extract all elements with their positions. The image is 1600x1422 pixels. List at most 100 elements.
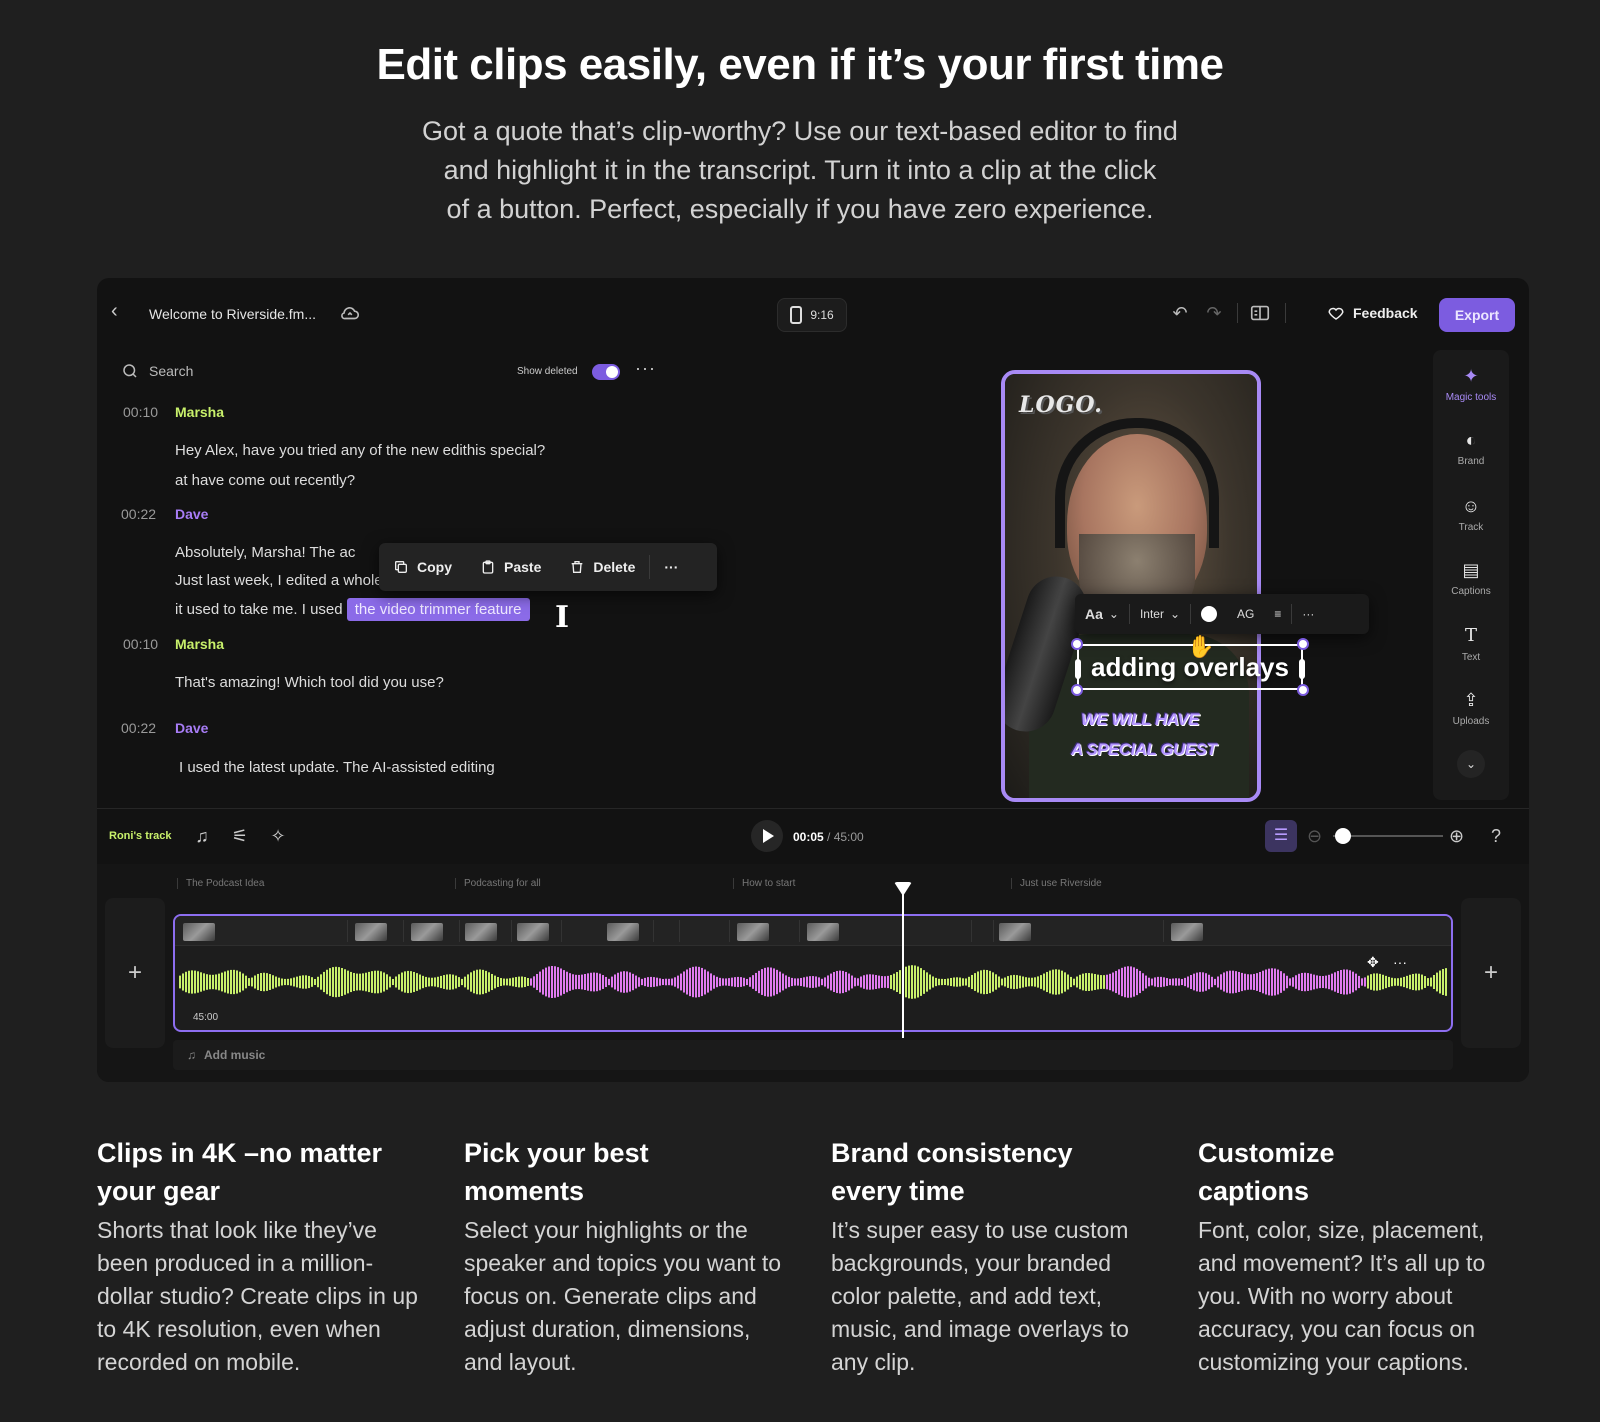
redo-icon[interactable]: ↷ <box>1203 302 1225 324</box>
waveform-bar <box>1196 972 1198 992</box>
chapter-marker[interactable]: The Podcast Idea <box>177 878 264 889</box>
tool-text[interactable]: T Text <box>1433 626 1509 664</box>
move-icon[interactable]: ✥ <box>1367 954 1379 971</box>
context-more-button[interactable]: ··· <box>650 543 692 591</box>
waveform-bar <box>914 965 916 999</box>
timeline-clip[interactable]: 45:00 ✥ ··· <box>173 914 1453 1032</box>
waveform-bar <box>650 976 652 988</box>
resize-handle[interactable] <box>1071 684 1083 696</box>
waveform-bar <box>1355 973 1357 991</box>
tool-track[interactable]: ☺ Track <box>1433 496 1509 533</box>
zoom-out-icon[interactable]: ⊖ <box>1307 826 1322 847</box>
add-music-track[interactable]: ♫ Add music <box>173 1040 1453 1070</box>
waveform-bar <box>908 965 910 999</box>
transcript-line[interactable]: I used the latest update. The AI-assiste… <box>179 759 495 776</box>
export-button[interactable]: Export <box>1439 298 1515 332</box>
timestamp[interactable]: 00:10 <box>123 636 158 652</box>
waveform-bar <box>338 967 340 997</box>
waveform-bar <box>275 976 277 988</box>
trash-icon <box>572 561 583 573</box>
waveform-bar <box>1250 974 1252 990</box>
delete-button[interactable]: Delete <box>555 543 649 591</box>
add-clip-before-button[interactable]: + <box>105 898 165 1048</box>
add-clip-after-button[interactable]: + <box>1461 898 1521 1048</box>
feature-body: Select your highlights or the speaker an… <box>464 1217 782 1375</box>
transcript-line[interactable]: That's amazing! Which tool did you use? <box>175 674 444 691</box>
feedback-button[interactable]: Feedback <box>1327 304 1418 322</box>
timestamp[interactable]: 00:22 <box>121 506 156 522</box>
waveform-bar <box>836 970 838 994</box>
waveform-bar <box>1121 967 1123 997</box>
align-icon[interactable]: ≡ <box>1264 607 1291 621</box>
caption-more-button[interactable]: ··· <box>1292 607 1324 621</box>
play-button[interactable] <box>751 820 783 852</box>
transcript-line[interactable]: at have come out recently? <box>175 472 355 489</box>
layout-icon[interactable] <box>1249 302 1271 324</box>
paste-button[interactable]: Paste <box>466 543 555 591</box>
highlighted-text[interactable]: the video trimmer feature <box>346 598 530 621</box>
waveform-bar <box>1349 970 1351 994</box>
help-icon[interactable]: ? <box>1491 826 1501 847</box>
color-picker[interactable] <box>1191 606 1227 622</box>
waveform-bar <box>1427 978 1429 986</box>
waveform-bar <box>200 972 202 992</box>
timestamp[interactable]: 00:22 <box>121 720 156 736</box>
copy-button[interactable]: Copy <box>379 543 466 591</box>
zoom-slider-handle[interactable] <box>1335 828 1351 844</box>
transcript-search[interactable]: Search <box>121 362 193 380</box>
waveform-bar <box>179 975 181 989</box>
waveform-bar <box>1253 973 1255 991</box>
playhead-line[interactable] <box>902 888 904 1038</box>
waveform-bar <box>185 971 187 993</box>
transcript-line[interactable]: Absolutely, Marsha! The ac <box>175 544 355 561</box>
undo-icon[interactable]: ↶ <box>1169 302 1191 324</box>
show-deleted-toggle[interactable] <box>592 364 620 380</box>
thumb-divider <box>347 920 348 942</box>
transcript-line[interactable]: Hey Alex, have you tried any of the new … <box>175 442 545 459</box>
resize-handle[interactable] <box>1297 684 1309 696</box>
headphones-icon[interactable]: ♫ <box>191 826 213 847</box>
fit-timeline-icon[interactable]: ☰ <box>1265 820 1297 852</box>
tool-uploads[interactable]: ⇪ Uploads <box>1433 690 1509 727</box>
waveform-bar <box>245 975 247 989</box>
text-style-button[interactable]: AG <box>1227 607 1264 621</box>
waveform-bar <box>671 978 673 986</box>
waveform-bar <box>1103 975 1105 989</box>
waveform-bar <box>1172 978 1174 986</box>
adjust-icon[interactable]: ⚟ <box>229 826 251 847</box>
waveform-bar <box>698 966 700 998</box>
chapter-marker[interactable]: Just use Riverside <box>1011 878 1102 889</box>
magic-wand-icon[interactable]: ✧ <box>267 826 289 847</box>
timestamp[interactable]: 00:10 <box>123 404 158 420</box>
waveform-bar <box>551 965 553 999</box>
tool-brand[interactable]: ◐ Brand <box>1433 430 1509 467</box>
resize-handle[interactable] <box>1297 638 1309 650</box>
clip-more-icon[interactable]: ··· <box>1393 954 1407 970</box>
transcript-line[interactable]: it used to take me. I used the video tri… <box>175 598 530 621</box>
side-handle[interactable] <box>1299 659 1305 679</box>
waveform-bar <box>1412 973 1414 991</box>
logo-overlay[interactable]: LOGO. <box>1019 392 1103 418</box>
chapter-marker[interactable]: How to start <box>733 878 795 889</box>
feature-best-moments: Pick your best moments Select your highli… <box>464 1134 794 1379</box>
guest-text-line[interactable]: WE WILL HAVE <box>1081 710 1200 730</box>
guest-text-line[interactable]: A SPECIAL GUEST <box>1071 740 1217 760</box>
waveform-bar <box>1232 970 1234 994</box>
resize-handle[interactable] <box>1071 638 1083 650</box>
waveform-bar <box>941 978 943 986</box>
aspect-ratio-button[interactable]: 9:16 <box>777 298 847 332</box>
side-handle[interactable] <box>1075 659 1081 679</box>
tool-magic-tools[interactable]: ✦ Magic tools <box>1433 366 1509 403</box>
tool-captions[interactable]: ▤ Captions <box>1433 560 1509 597</box>
zoom-in-icon[interactable]: ⊕ <box>1449 826 1464 847</box>
transcript-more-icon[interactable]: ··· <box>635 358 656 379</box>
waveform-bar <box>920 968 922 996</box>
video-preview[interactable]: LOGO. WE WILL HAVE A SPECIAL GUEST <box>1001 370 1261 802</box>
font-size-dropdown[interactable]: Aa ⌄ <box>1075 606 1129 622</box>
track-name[interactable]: Roni's track <box>109 830 172 842</box>
tools-expand-chevron-icon[interactable]: ⌄ <box>1457 750 1485 778</box>
chapter-marker[interactable]: Podcasting for all <box>455 878 541 889</box>
font-family-dropdown[interactable]: Inter ⌄ <box>1130 607 1190 621</box>
back-chevron-icon[interactable]: ‹ <box>111 300 118 323</box>
document-title[interactable]: Welcome to Riverside.fm... <box>149 306 316 322</box>
